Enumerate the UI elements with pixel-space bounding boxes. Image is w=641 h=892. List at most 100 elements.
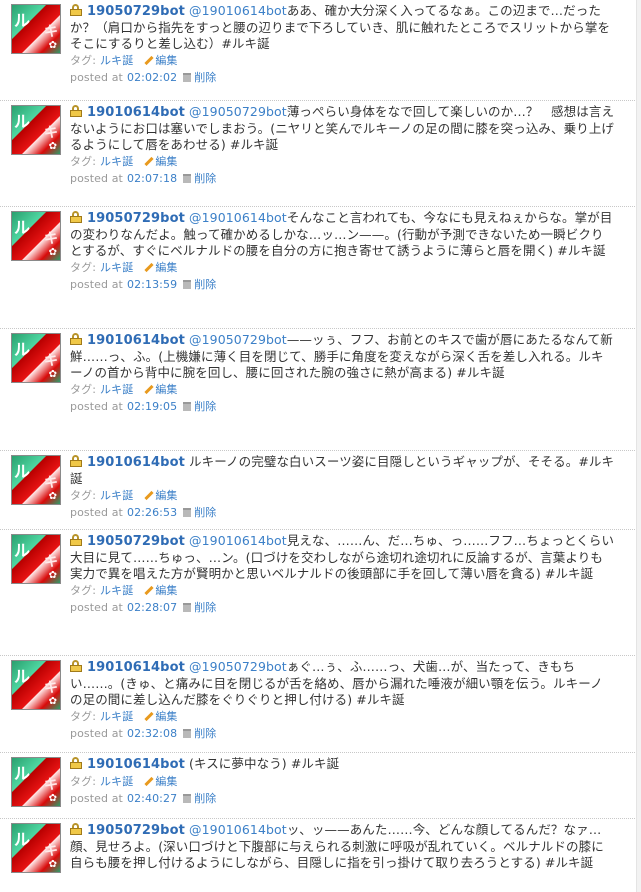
trash-icon [183, 794, 192, 803]
delete-link[interactable]: 削除 [194, 172, 216, 185]
tag-link[interactable]: ルキ誕 [100, 710, 133, 723]
delete-link[interactable]: 削除 [194, 792, 216, 805]
delete-link[interactable]: 削除 [194, 506, 216, 519]
timestamp-link[interactable]: 02:28:07 [127, 601, 177, 614]
avatar[interactable]: ル キ ✿ [11, 757, 61, 807]
pencil-icon [143, 776, 153, 786]
author-link[interactable]: 19050729bot [87, 4, 185, 19]
tag-label: タグ: [70, 261, 97, 274]
trash-icon [183, 402, 192, 411]
tweet-content: 19050729bot @19010614botそんなこと言われても、今なにも見… [70, 210, 615, 293]
tweet-text: 19010614bot @19050729bot薄っぺらい身体をなで回して楽しい… [70, 104, 615, 153]
tweet-text: 19050729bot @19010614botそんなこと言われても、今なにも見… [70, 210, 615, 259]
pencil-icon [143, 585, 153, 595]
delete-link[interactable]: 削除 [194, 278, 216, 291]
posted-at-label: posted at [70, 278, 123, 291]
pencil-icon [143, 262, 153, 272]
avatar-art: キ [44, 24, 58, 40]
avatar-art: キ [44, 475, 58, 491]
edit-link[interactable]: 編集 [143, 261, 177, 274]
tweet-content: 19010614bot @19050729bot薄っぺらい身体をなで回して楽しい… [70, 104, 615, 187]
posted-at-label: posted at [70, 506, 123, 519]
edit-link[interactable]: 編集 [143, 584, 177, 597]
tag-link[interactable]: ルキ誕 [100, 489, 133, 502]
mention-link[interactable]: @19010614bot [189, 210, 287, 225]
edit-link[interactable]: 編集 [143, 489, 177, 502]
edit-link[interactable]: 編集 [143, 775, 177, 788]
tag-link[interactable]: ルキ誕 [100, 261, 133, 274]
mention-link[interactable]: @19050729bot [189, 659, 287, 674]
tag-link[interactable]: ルキ誕 [100, 383, 133, 396]
author-link[interactable]: 19010614bot [87, 455, 185, 470]
avatar-art: キ [44, 554, 58, 570]
avatar-art: ル [14, 541, 31, 560]
avatar[interactable]: ル キ ✿ [11, 333, 61, 383]
tag-link[interactable]: ルキ誕 [100, 155, 133, 168]
avatar-art: ル [14, 340, 31, 359]
timestamp-link[interactable]: 02:02:02 [127, 71, 177, 84]
avatar[interactable]: ル キ ✿ [11, 660, 61, 710]
mention-link[interactable]: @19050729bot [189, 332, 287, 347]
author-link[interactable]: 19010614bot [87, 757, 185, 772]
avatar-art: キ [44, 231, 58, 247]
delete-link[interactable]: 削除 [194, 727, 216, 740]
tag-link[interactable]: ルキ誕 [100, 54, 133, 67]
author-link[interactable]: 19050729bot [87, 823, 185, 838]
timestamp-link[interactable]: 02:40:27 [127, 792, 177, 805]
edit-label: 編集 [155, 54, 178, 67]
mention-link[interactable]: @19010614bot [189, 822, 287, 837]
delete-link[interactable]: 削除 [194, 601, 216, 614]
trash-icon [183, 73, 192, 82]
tweet-time-row: posted at 02:13:59 削除 [70, 276, 615, 293]
paw-icon: ✿ [48, 40, 57, 51]
avatar[interactable]: ル キ ✿ [11, 105, 61, 155]
author-link[interactable]: 19050729bot [87, 211, 185, 226]
edit-link[interactable]: 編集 [143, 710, 177, 723]
tweet-body: (キスに夢中なう) #ルキ誕 [189, 756, 340, 771]
pencil-icon [143, 711, 153, 721]
tag-link[interactable]: ルキ誕 [100, 775, 133, 788]
mention-link[interactable]: @19010614bot [189, 533, 287, 548]
author-link[interactable]: 19010614bot [87, 105, 185, 120]
pencil-icon [143, 490, 153, 500]
tweet-content: 19050729bot @19010614bot見えな、……ん、だ…ちゅ、っ……… [70, 533, 615, 616]
author-link[interactable]: 19010614bot [87, 333, 185, 348]
avatar[interactable]: ル キ ✿ [11, 534, 61, 584]
paw-icon: ✿ [48, 247, 57, 258]
mention-link[interactable]: @19050729bot [189, 104, 287, 119]
lock-icon [70, 660, 83, 672]
tag-label: タグ: [70, 54, 97, 67]
tag-label: タグ: [70, 710, 97, 723]
mention-link[interactable]: @19010614bot [189, 3, 287, 18]
author-link[interactable]: 19050729bot [87, 534, 185, 549]
edit-link[interactable]: 編集 [143, 54, 177, 67]
tag-label: タグ: [70, 155, 97, 168]
tweet-text: 19010614bot @19050729botぁぐ…ぅ、ふ……っ、犬歯…が、当… [70, 659, 615, 708]
lock-icon [70, 823, 83, 835]
edit-link[interactable]: 編集 [143, 383, 177, 396]
avatar[interactable]: ル キ ✿ [11, 4, 61, 54]
tag-link[interactable]: ルキ誕 [100, 584, 133, 597]
tag-label: タグ: [70, 383, 97, 396]
pencil-icon [143, 384, 153, 394]
timestamp-link[interactable]: 02:26:53 [127, 506, 177, 519]
timestamp-link[interactable]: 02:32:08 [127, 727, 177, 740]
avatar[interactable]: ル キ ✿ [11, 455, 61, 505]
author-link[interactable]: 19010614bot [87, 660, 185, 675]
lock-icon [70, 333, 83, 345]
avatar[interactable]: ル キ ✿ [11, 823, 61, 873]
tweet-text: 19050729bot @19010614bot見えな、……ん、だ…ちゅ、っ……… [70, 533, 615, 582]
edit-link[interactable]: 編集 [143, 155, 177, 168]
scrollbar[interactable] [636, 0, 641, 892]
avatar[interactable]: ル キ ✿ [11, 211, 61, 261]
timestamp-link[interactable]: 02:13:59 [127, 278, 177, 291]
timestamp-link[interactable]: 02:07:18 [127, 172, 177, 185]
tweet-text: 19010614bot @19050729bot——ッぅ、フフ、お前とのキスで歯… [70, 332, 615, 381]
edit-label: 編集 [155, 155, 178, 168]
delete-link[interactable]: 削除 [194, 400, 216, 413]
timestamp-link[interactable]: 02:19:05 [127, 400, 177, 413]
tweet-time-row: posted at 02:28:07 削除 [70, 599, 615, 616]
delete-link[interactable]: 削除 [194, 71, 216, 84]
tweet-content: 19050729bot @19010614botああ、確か大分深く入ってるなぁ。… [70, 3, 615, 86]
trash-icon [183, 603, 192, 612]
